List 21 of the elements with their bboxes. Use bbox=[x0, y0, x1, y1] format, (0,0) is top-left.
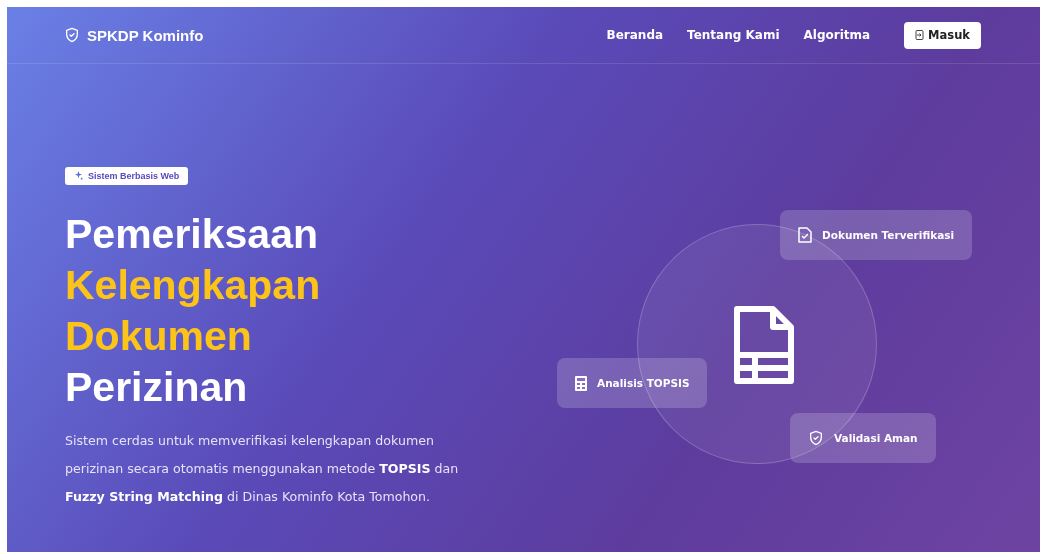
document-table-icon bbox=[733, 305, 795, 385]
headline-line: Perizinan bbox=[65, 362, 249, 412]
web-based-badge: Sistem Berbasis Web bbox=[65, 166, 189, 185]
headline-line: Dokumen bbox=[65, 311, 253, 361]
description: Sistem cerdas untuk memverifikasi kelengkapan dokumen perizinan secara otomatis menggunakan metode TOPSIS dan Fuzzy String Matching di Dinas Kominfo Kota Tomohon. bbox=[65, 431, 460, 506]
shield-check-icon bbox=[64, 27, 80, 43]
feature-label: Analisis TOPSIS bbox=[597, 377, 690, 389]
headline-line: Kelengkapan bbox=[65, 260, 322, 310]
shield-check-icon bbox=[808, 430, 824, 446]
login-button[interactable]: Masuk bbox=[904, 21, 981, 49]
nav-link[interactable]: Algoritma bbox=[803, 28, 871, 42]
document-check-icon bbox=[798, 227, 812, 243]
nav-link[interactable]: Beranda bbox=[606, 28, 664, 42]
feature-label: Validasi Aman bbox=[834, 432, 918, 444]
feature-label: Dokumen Terverifikasi bbox=[822, 229, 955, 241]
login-icon bbox=[915, 30, 925, 40]
headline-line: Pemeriksaan bbox=[65, 209, 319, 259]
spreadsheet-icon bbox=[575, 375, 587, 391]
brand-name[interactable]: SPKDP Kominfo bbox=[87, 26, 204, 44]
sparkle-icon bbox=[74, 171, 83, 180]
nav-link[interactable]: Tentang Kami bbox=[687, 28, 780, 42]
